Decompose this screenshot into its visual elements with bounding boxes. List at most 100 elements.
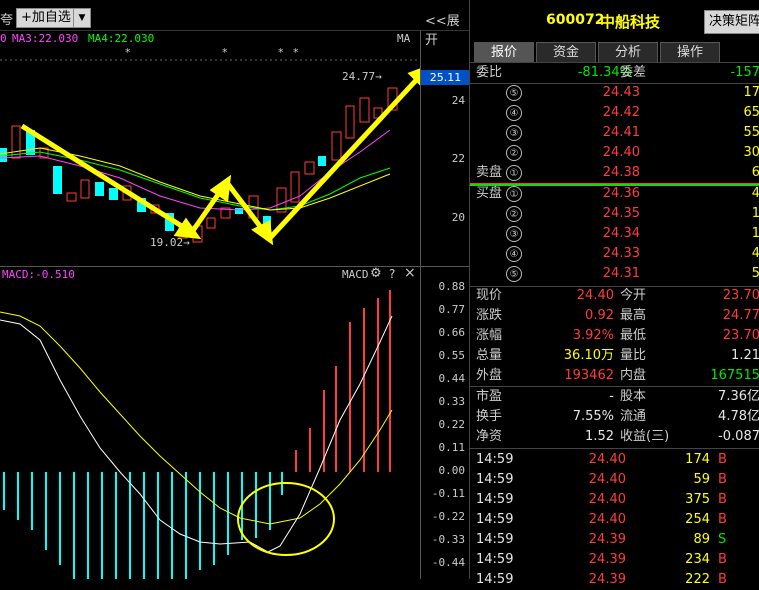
order-price: 24.34 (602, 226, 640, 241)
tick-time: 14:59 (476, 552, 514, 567)
buy-label: 买盘 (476, 186, 503, 201)
strategy-matrix-button[interactable]: 决策矩阵 (704, 10, 759, 34)
level-number: ③ (506, 226, 522, 242)
candle (66, 192, 77, 202)
plus-icon: + (21, 10, 32, 25)
order-ratio-value: -81.34% (577, 65, 632, 80)
candlestick-chart[interactable]: * * * * 24.77→ 19.02→ (0, 48, 420, 266)
ma4-value: MA4:22.030 (88, 32, 155, 45)
order-diff-value: -157 (730, 65, 759, 80)
quote-label: 内盘 (620, 368, 647, 383)
macd-tick: 0.33 (438, 395, 466, 408)
tab-operation[interactable]: 操作 (660, 42, 720, 63)
order-volume: 30 (743, 145, 759, 160)
candle (95, 182, 104, 196)
stock-name: 中船科技 (600, 13, 661, 31)
tick-time: 14:59 (476, 572, 514, 587)
quote-row: 外盘 193462 内盘 167515 (470, 366, 759, 386)
level-number: ④ (506, 246, 522, 262)
order-price: 24.31 (602, 266, 640, 281)
tab-quote[interactable]: 报价 (474, 42, 534, 63)
level-number: ⑤ (506, 85, 522, 101)
tick-time: 14:59 (476, 512, 514, 527)
kline-chart-area[interactable]: 夸 +加自选 ▼ <<展开 0 MA3:22.030 MA4:22.030 MA… (0, 0, 469, 579)
table-row[interactable]: 14:59 24.39 222 B (470, 570, 759, 590)
quote-label: 量比 (620, 348, 647, 363)
fundamental-row: 市盈 - 股本 7.36亿 (470, 387, 759, 407)
order-ratio-label: 委比 (476, 65, 503, 80)
level-number: ② (506, 145, 522, 161)
quote-value: 193462 (564, 368, 614, 383)
order-diff-label: 委差 (620, 65, 647, 80)
table-row[interactable]: 14:59 24.40 254 B (470, 510, 759, 530)
quote-panel: 600072 中船科技 决策矩阵 报价 资金 分析 操作 委比 -81.34% … (469, 0, 759, 587)
tab-funds[interactable]: 资金 (536, 42, 596, 63)
candle (235, 208, 243, 214)
order-price: 24.43 (602, 85, 640, 100)
ma-prefix: 0 (0, 32, 7, 45)
tick-direction: B (718, 552, 727, 567)
macd-tick: -0.22 (431, 510, 465, 523)
fundamental-label: 净资 (476, 429, 503, 444)
golden-cross-highlight (237, 482, 335, 556)
tick-price: 24.40 (588, 472, 626, 487)
tick-price: 24.39 (588, 572, 626, 587)
candle (53, 166, 62, 194)
axis-divider (421, 266, 469, 267)
fundamental-value: 7.36亿 (718, 389, 759, 404)
gear-icon[interactable]: ⚙ (370, 266, 382, 281)
quote-value: 24.77 (722, 308, 759, 323)
close-icon[interactable]: × (404, 265, 416, 281)
order-volume: 4 (751, 186, 759, 201)
quote-value: 3.92% (572, 328, 614, 343)
table-row[interactable]: 14:59 24.40 375 B (470, 490, 759, 510)
tick-volume: 234 (685, 552, 710, 567)
tick-volume: 89 (693, 532, 710, 547)
tick-direction: B (718, 572, 727, 587)
fundamental-value: 7.55% (572, 409, 614, 424)
add-watchlist-label: 加自选 (31, 10, 71, 25)
fundamental-value: -0.087 (718, 429, 759, 444)
order-price: 24.42 (602, 105, 640, 120)
chevron-down-icon[interactable]: ▼ (73, 8, 91, 28)
current-price-marker: 25.11 (421, 70, 469, 85)
fundamental-value: 1.52 (585, 429, 614, 444)
order-volume: 1 (751, 226, 759, 241)
macd-tick: 0.77 (438, 303, 466, 316)
tick-direction: B (718, 452, 727, 467)
fundamental-label: 流通 (620, 409, 647, 424)
help-icon[interactable]: ? (389, 267, 395, 281)
fundamental-label: 收益(三) (620, 429, 670, 444)
stock-header: 600072 中船科技 决策矩阵 (470, 0, 759, 40)
tick-price: 24.40 (588, 452, 626, 467)
quote-row: 总量 36.10万 量比 1.21 (470, 346, 759, 366)
order-volume: 55 (743, 125, 759, 140)
order-price: 24.35 (602, 206, 640, 221)
table-row[interactable]: 14:59 24.39 234 B (470, 550, 759, 570)
price-axis: 25.11 24 22 20 0.88 0.77 0.66 0.55 0.44 … (420, 30, 469, 579)
tick-direction: S (718, 532, 727, 547)
table-row[interactable]: 14:59 24.40 59 B (470, 470, 759, 490)
fundamental-label: 股本 (620, 389, 647, 404)
quote-label: 今开 (620, 288, 647, 303)
macd-tick: 0.55 (438, 349, 466, 362)
macd-tick: -0.11 (431, 487, 465, 500)
tab-analysis[interactable]: 分析 (598, 42, 658, 63)
stock-code: 600072 (546, 12, 605, 28)
order-price: 24.36 (602, 186, 640, 201)
add-watchlist-button[interactable]: +加自选 (16, 8, 76, 28)
quote-value: 24.40 (576, 288, 614, 303)
table-row[interactable]: 14:59 24.39 89 S (470, 530, 759, 550)
macd-chart[interactable] (0, 280, 420, 579)
macd-tick: 0.22 (438, 418, 466, 431)
ma-menu-label[interactable]: MA (397, 32, 410, 45)
order-volume: 1 (751, 206, 759, 221)
order-volume: 4 (751, 246, 759, 261)
order-book-row: ④ 24.33 4 (470, 244, 759, 264)
order-volume: 6 (751, 165, 759, 180)
macd-dea-line (0, 311, 393, 525)
table-row[interactable]: 14:59 24.40 174 B (470, 450, 759, 470)
quote-label: 最高 (620, 308, 647, 323)
quote-label: 现价 (476, 288, 503, 303)
quote-value: 23.70 (722, 328, 759, 343)
